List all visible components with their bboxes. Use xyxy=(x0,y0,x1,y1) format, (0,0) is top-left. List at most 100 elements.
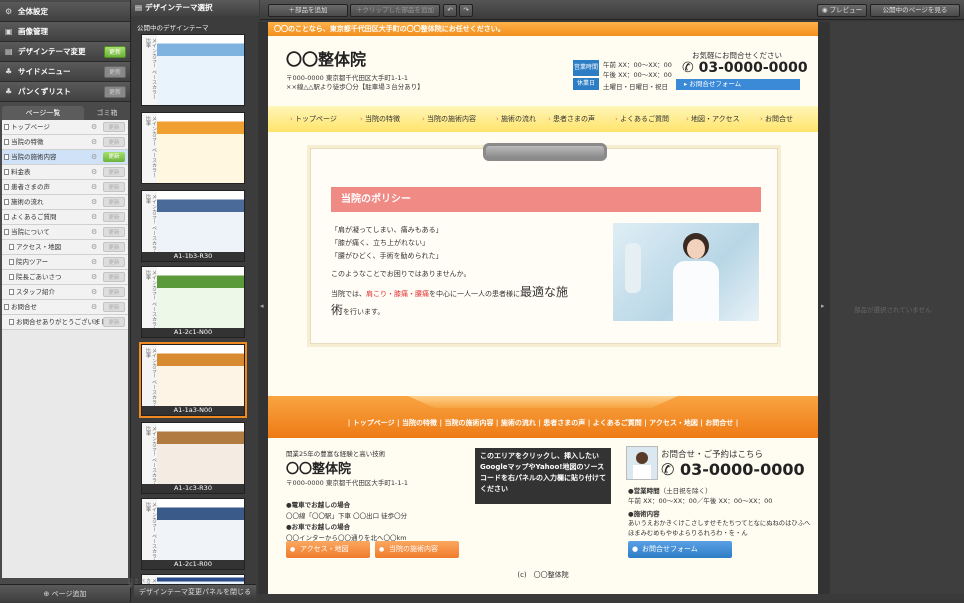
left-collapse-bar[interactable]: ◂ xyxy=(258,22,268,594)
nav-item[interactable]: 患者さまの声 xyxy=(548,106,595,132)
header-phone[interactable]: ✆ 03-0000-0000 xyxy=(682,60,808,76)
page-list-item[interactable]: 院内ツアー ⚙ 更新 xyxy=(2,255,128,270)
update-button[interactable]: 更新 xyxy=(104,86,126,98)
nav-item[interactable]: 当院の施術内容 xyxy=(422,106,476,132)
update-button[interactable]: 更新 xyxy=(103,242,125,252)
menu-breadcrumb[interactable]: ♣ パンくずリスト 更新 xyxy=(0,82,130,102)
nav-item[interactable]: トップページ xyxy=(290,106,337,132)
update-button[interactable]: 更新 xyxy=(103,167,125,177)
page-list-item[interactable]: お問合せ ⚙ 更新 xyxy=(2,300,128,315)
update-button[interactable]: 更新 xyxy=(103,212,125,222)
map-placeholder[interactable]: このエリアをクリックし、挿入したいGoogleマップやYahoo!地図のソースコ… xyxy=(475,448,611,504)
gear-icon[interactable]: ⚙ xyxy=(91,120,97,134)
menu-theme-change[interactable]: ▤ デザインテーマ変更 更新 xyxy=(0,42,130,62)
tab-trash[interactable]: ゴミ箱 xyxy=(86,106,128,120)
phone-number: 03-0000-0000 xyxy=(679,460,805,479)
nav-item[interactable]: お問合せ xyxy=(760,106,793,132)
page-list-item[interactable]: よくあるご質問 ⚙ 更新 xyxy=(2,210,128,225)
gear-icon[interactable]: ⚙ xyxy=(91,300,97,314)
gear-icon[interactable]: ⚙ xyxy=(91,225,97,239)
gear-icon[interactable]: ⚙ xyxy=(91,150,97,164)
gear-icon[interactable]: ⚙ xyxy=(91,315,97,329)
page-list-item[interactable]: トップページ ⚙ 更新 xyxy=(2,120,128,135)
page-list-item[interactable]: アクセス・地図 ⚙ 更新 xyxy=(2,240,128,255)
close-theme-panel-button[interactable]: デザインテーマ変更パネルを閉じる xyxy=(134,584,256,598)
page-list-item[interactable]: 当院について ⚙ 更新 xyxy=(2,225,128,240)
tab-page-list[interactable]: ページ一覧 xyxy=(2,106,84,120)
footer-links[interactable]: | トップページ | 当院の特徴 | 当院の施術内容 | 施術の流れ | 患者さ… xyxy=(268,418,818,428)
update-button[interactable]: 更新 xyxy=(103,302,125,312)
page-label: 当院の施術内容 xyxy=(11,153,57,161)
site-name[interactable]: 〇〇整体院 xyxy=(286,46,366,70)
update-button[interactable]: 更新 xyxy=(103,227,125,237)
page-list-item[interactable]: お問合せありがとうございました ⚙ 更新 xyxy=(2,315,128,330)
policy-line: 「肩が凝ってしまい、痛みもある」 xyxy=(331,226,443,234)
treatment-button[interactable]: 当院の施術内容 xyxy=(375,541,459,558)
update-button[interactable]: 更新 xyxy=(103,152,125,162)
update-button[interactable]: 更新 xyxy=(103,182,125,192)
theme-thumbnail[interactable]: メインカラー ベースカラー 比率 A1-2c1-R00 xyxy=(141,498,245,570)
update-button[interactable]: 更新 xyxy=(103,137,125,147)
gear-icon[interactable]: ⚙ xyxy=(91,195,97,209)
footer-site-name: 〇〇整体院 xyxy=(286,462,352,477)
theme-panel: ▤ デザインテーマ選択 公開中のデザインテーマ メインカラー ベースカラー 比率メ… xyxy=(127,0,259,602)
right-collapse-bar[interactable]: ▸ xyxy=(818,22,830,594)
update-button[interactable]: 更新 xyxy=(103,257,125,267)
policy-answer: 当院では、肩こり・膝痛・腰痛を中心に一人一人の患者様に最適な施 xyxy=(331,283,568,300)
footer-phone[interactable]: ✆ 03-0000-0000 xyxy=(661,460,805,479)
menu-side-menu[interactable]: ♣ サイドメニュー 更新 xyxy=(0,62,130,82)
preview-button[interactable]: ◉ プレビュー xyxy=(817,4,867,17)
menu-global-settings[interactable]: ⚙ 全体設定 xyxy=(0,2,130,22)
nav-item[interactable]: 当院の特徴 xyxy=(360,106,400,132)
nav-item[interactable]: よくあるご質問 xyxy=(615,106,669,132)
gear-icon[interactable]: ⚙ xyxy=(91,210,97,224)
header-contact-form-button[interactable]: ▸ お問合せフォーム xyxy=(676,79,800,90)
page-icon xyxy=(4,199,9,205)
page-list-item[interactable]: 施術の流れ ⚙ 更新 xyxy=(2,195,128,210)
gear-icon[interactable]: ⚙ xyxy=(91,135,97,149)
theme-thumbnail[interactable]: メインカラー ベースカラー 比率 A1-1c3-R30 xyxy=(141,422,245,494)
theme-thumbnail[interactable]: メインカラー ベースカラー 比率 xyxy=(141,34,245,106)
theme-thumbnail[interactable]: メインカラー ベースカラー 比率 A1-2c1-N00 xyxy=(141,266,245,338)
theme-thumbnail[interactable]: メインカラー ベースカラー 比率 A1-1b3-R30 xyxy=(141,190,245,262)
gear-icon[interactable]: ⚙ xyxy=(91,165,97,179)
gear-icon[interactable]: ⚙ xyxy=(91,180,97,194)
update-button[interactable]: 更新 xyxy=(103,317,125,327)
update-button[interactable]: 更新 xyxy=(104,66,126,78)
add-part-button[interactable]: ＋部品を追加 xyxy=(268,4,348,17)
page-label: お問合せありがとうございました xyxy=(16,318,114,326)
view-public-page-button[interactable]: 公開中のページを見る xyxy=(870,4,960,17)
theme-thumbnail[interactable]: メインカラー ベースカラー 比率 A1-1a3-N00 xyxy=(139,342,247,418)
menu-image-manager[interactable]: ▣ 画像管理 xyxy=(0,22,130,42)
add-clipped-part-button[interactable]: ＋クリップした部品を追加 xyxy=(350,4,440,17)
page-list-item[interactable]: 当院の特徴 ⚙ 更新 xyxy=(2,135,128,150)
arrow-right-icon: ▸ xyxy=(821,302,825,310)
update-button[interactable]: 更新 xyxy=(104,46,126,58)
undo-icon[interactable]: ↶ xyxy=(443,4,457,17)
update-button[interactable]: 更新 xyxy=(103,197,125,207)
page-list-item[interactable]: 当院の施術内容 ⚙ 更新 xyxy=(2,150,128,165)
footer-contact-form-button[interactable]: ● お問合せフォーム xyxy=(628,541,732,558)
nav-item[interactable]: 施術の流れ xyxy=(496,106,536,132)
gear-icon[interactable]: ⚙ xyxy=(91,285,97,299)
page-list-item[interactable]: スタッフ紹介 ⚙ 更新 xyxy=(2,285,128,300)
page-list-item[interactable]: 院長ごあいさつ ⚙ 更新 xyxy=(2,270,128,285)
update-button[interactable]: 更新 xyxy=(103,287,125,297)
theme-thumbnail[interactable]: メインカラー ベースカラー 比率 xyxy=(141,112,245,184)
access-map-button[interactable]: アクセス・地図 xyxy=(286,541,370,558)
redo-icon[interactable]: ↷ xyxy=(459,4,473,17)
top-banner[interactable]: 〇〇のことなら、東京都千代田区大手町の〇〇整体院にお任せください。 xyxy=(268,22,818,36)
nurse-photo[interactable] xyxy=(613,223,759,321)
gear-icon[interactable]: ⚙ xyxy=(91,270,97,284)
page-list-item[interactable]: 料金表 ⚙ 更新 xyxy=(2,165,128,180)
nav-item[interactable]: 地図・アクセス xyxy=(686,106,740,132)
gear-icon[interactable]: ⚙ xyxy=(91,240,97,254)
gear-icon[interactable]: ⚙ xyxy=(91,255,97,269)
update-button[interactable]: 更新 xyxy=(103,272,125,282)
add-page-button[interactable]: ⊕ ページ追加 xyxy=(0,584,130,602)
page-list-item[interactable]: 患者さまの声 ⚙ 更新 xyxy=(2,180,128,195)
policy-section[interactable]: 当院のポリシー 「肩が凝ってしまい、痛みもある」 「膝が痛く、立ち上がれない」 … xyxy=(310,143,778,344)
page-label: お問合せ xyxy=(11,303,37,311)
page-label: 患者さまの声 xyxy=(11,183,50,191)
update-button[interactable]: 更新 xyxy=(103,122,125,132)
